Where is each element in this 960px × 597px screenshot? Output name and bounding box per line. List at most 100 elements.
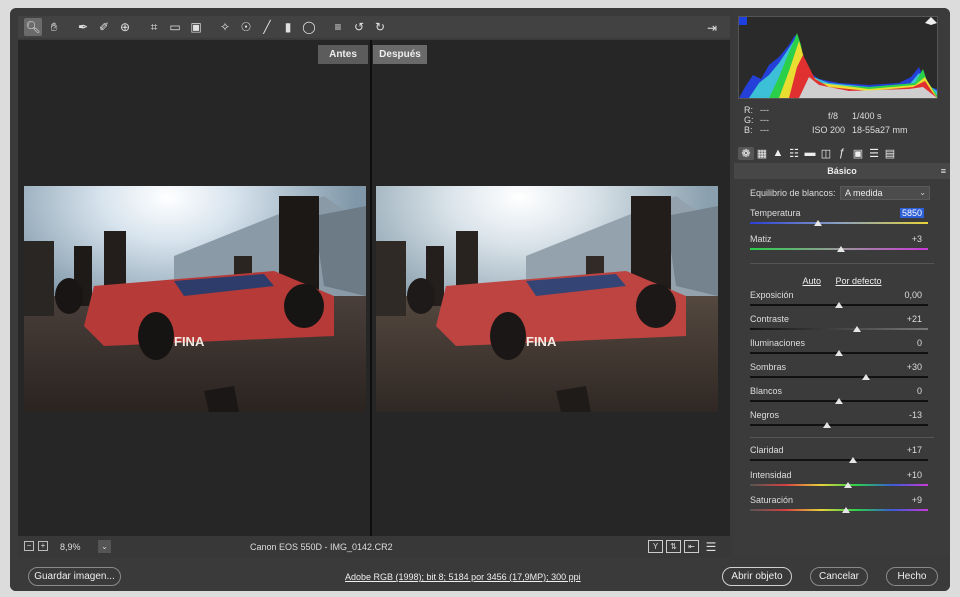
after-photo: FINA xyxy=(376,186,718,412)
adjustment-brush-icon[interactable]: ╱ xyxy=(258,18,276,36)
tint-slider[interactable]: Matiz +3 xyxy=(750,234,936,258)
cancel-button[interactable]: Cancelar xyxy=(810,567,868,586)
highlights-slider[interactable]: Iluminaciones 0 xyxy=(750,338,936,362)
slider-thumb[interactable] xyxy=(852,326,861,332)
before-photo: FINA xyxy=(24,186,366,412)
rotate-right-icon[interactable]: ↻ xyxy=(371,18,389,36)
g-label: G: xyxy=(744,115,754,125)
slider-track xyxy=(750,424,928,426)
slider-value[interactable]: +3 xyxy=(912,234,922,244)
white-balance-select[interactable]: A medida ⌄ xyxy=(840,186,930,200)
open-object-button[interactable]: Abrir objeto xyxy=(722,567,792,586)
rotate-left-icon[interactable]: ↺ xyxy=(350,18,368,36)
detail-tab-icon[interactable]: ▲ xyxy=(770,147,786,159)
slider-track xyxy=(750,222,928,224)
footer: Guardar imagen... Adobe RGB (1998); bit … xyxy=(10,560,950,591)
zoom-level: 8,9% xyxy=(60,542,81,552)
slider-value[interactable]: 0 xyxy=(917,338,922,348)
auto-default-row: Auto Por defecto xyxy=(734,276,950,288)
default-link[interactable]: Por defecto xyxy=(836,276,882,286)
red-eye-icon[interactable]: ☉ xyxy=(237,18,255,36)
presets-tab-icon[interactable]: ☰ xyxy=(866,147,882,160)
r-value: --- xyxy=(760,105,769,115)
lens-corrections-tab-icon[interactable]: ◫ xyxy=(818,147,834,160)
vibrance-slider[interactable]: Intensidad +10 xyxy=(750,470,936,494)
slider-label: Negros xyxy=(750,410,780,420)
slider-track xyxy=(750,328,928,330)
before-after-divider xyxy=(370,40,372,536)
transform-tool-icon[interactable]: ▣ xyxy=(187,18,205,36)
swap-before-after-icon[interactable]: ⇅ xyxy=(666,540,681,553)
slider-thumb[interactable] xyxy=(822,422,831,428)
radial-filter-icon[interactable]: ◯ xyxy=(300,18,318,36)
blacks-slider[interactable]: Negros -13 xyxy=(750,410,936,434)
slider-value[interactable]: +10 xyxy=(907,470,922,480)
exposure-slider[interactable]: Exposición 0,00 xyxy=(750,290,936,314)
slider-thumb[interactable] xyxy=(835,398,843,404)
contrast-slider[interactable]: Contraste +21 xyxy=(750,314,936,338)
slider-label: Intensidad xyxy=(750,470,792,480)
slider-value[interactable]: 0,00 xyxy=(904,290,922,300)
lens: 18-55a27 mm xyxy=(852,125,908,135)
camera-calibration-tab-icon[interactable]: ▣ xyxy=(850,147,866,160)
white-balance-row: Equilibrio de blancos: A medida ⌄ xyxy=(750,186,936,200)
temperature-slider[interactable]: Temperatura 5850 xyxy=(750,208,936,232)
zoom-tool-icon[interactable]: 🔍︎ xyxy=(24,18,42,36)
slider-track xyxy=(750,509,928,511)
spot-removal-icon[interactable]: ✧ xyxy=(216,18,234,36)
zoom-dropdown[interactable]: ⌄ xyxy=(98,540,111,553)
crop-tool-icon[interactable]: ⌗ xyxy=(145,18,163,36)
shutter-speed: 1/400 s xyxy=(852,111,882,121)
slider-value[interactable]: +9 xyxy=(912,495,922,505)
slider-thumb[interactable] xyxy=(835,350,843,356)
shadows-slider[interactable]: Sombras +30 xyxy=(750,362,936,386)
slider-value[interactable]: -13 xyxy=(909,410,922,420)
hsl-tab-icon[interactable]: ☷ xyxy=(786,147,802,160)
zoom-in-button[interactable]: + xyxy=(38,541,48,551)
slider-thumb[interactable] xyxy=(813,220,822,226)
straighten-tool-icon[interactable]: ▭ xyxy=(166,18,184,36)
slider-value[interactable]: 5850 xyxy=(899,208,924,218)
slider-value[interactable]: +21 xyxy=(907,314,922,324)
slider-thumb[interactable] xyxy=(836,246,845,252)
saturation-slider[interactable]: Saturación +9 xyxy=(750,495,936,519)
b-value: --- xyxy=(760,125,769,135)
white-balance-tool-icon[interactable]: ✒︎ xyxy=(74,18,92,36)
tone-curve-tab-icon[interactable]: ▦ xyxy=(754,147,770,160)
clarity-slider[interactable]: Claridad +17 xyxy=(750,445,936,469)
slider-thumb[interactable] xyxy=(843,482,852,488)
split-toning-tab-icon[interactable]: ▬ xyxy=(802,147,818,159)
fullscreen-icon[interactable]: ⇥ xyxy=(703,19,721,37)
preview-settings-icon[interactable]: ☰ xyxy=(702,538,720,556)
effects-tab-icon[interactable]: ƒ xyxy=(834,147,850,159)
slider-thumb[interactable] xyxy=(861,374,870,380)
hand-tool-icon[interactable]: ✋︎ xyxy=(45,18,63,36)
slider-thumb[interactable] xyxy=(849,457,858,463)
preview-mode-icon[interactable]: Y xyxy=(648,540,663,553)
workflow-options-link[interactable]: Adobe RGB (1998); bit 8; 5184 por 3456 (… xyxy=(345,572,581,582)
slider-thumb[interactable] xyxy=(835,302,843,308)
preferences-icon[interactable]: ≡ xyxy=(329,18,347,36)
zoom-out-button[interactable]: − xyxy=(24,541,34,551)
targeted-adjustment-icon[interactable]: ⊕ xyxy=(116,18,134,36)
copy-after-to-before-icon[interactable]: ⇤ xyxy=(684,540,699,553)
auto-link[interactable]: Auto xyxy=(802,276,821,286)
panel-header: Básico ≡ xyxy=(734,163,950,179)
iso: ISO 200 xyxy=(812,125,846,135)
aperture: f/8 xyxy=(828,111,839,121)
camera-file-info: Canon EOS 550D - IMG_0142.CR2 xyxy=(250,542,393,552)
slider-value[interactable]: +17 xyxy=(907,445,922,455)
whites-slider[interactable]: Blancos 0 xyxy=(750,386,936,410)
graduated-filter-icon[interactable]: ▮ xyxy=(279,18,297,36)
snapshots-tab-icon[interactable]: ▤ xyxy=(882,147,898,160)
done-button[interactable]: Hecho xyxy=(886,567,938,586)
slider-value[interactable]: 0 xyxy=(917,386,922,396)
save-image-button[interactable]: Guardar imagen... xyxy=(28,567,121,586)
panel-menu-icon[interactable]: ≡ xyxy=(941,163,946,179)
slider-value[interactable]: +30 xyxy=(907,362,922,372)
color-sampler-icon[interactable]: ✐ xyxy=(95,18,113,36)
slider-label: Exposición xyxy=(750,290,794,300)
pixel-readout: R: --- G: --- B: --- f/8 1/400 s ISO 200… xyxy=(740,105,940,139)
slider-thumb[interactable] xyxy=(842,507,851,513)
basic-tab-icon[interactable]: ❁ xyxy=(738,146,754,160)
